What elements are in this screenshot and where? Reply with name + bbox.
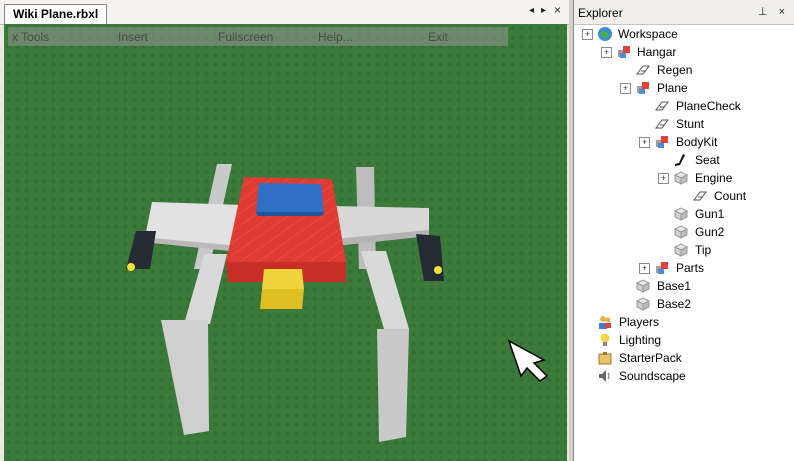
tree-item-label: Engine xyxy=(695,171,733,185)
menu-exit[interactable]: Exit xyxy=(428,30,448,44)
viewport-menubar: x Tools Insert Fullscreen Help... Exit xyxy=(8,27,508,46)
engine-block-top xyxy=(262,269,304,289)
document-tab-strip: Wiki Plane.rbxl ◂ ▸ × xyxy=(0,0,569,25)
tree-item-label: Hangar xyxy=(637,45,677,59)
seat-icon xyxy=(675,154,685,166)
menu-insert[interactable]: Insert xyxy=(118,30,148,44)
lighting-icon xyxy=(600,333,610,346)
menu-tools[interactable]: x Tools xyxy=(12,30,49,44)
scene xyxy=(4,24,567,461)
explorer-title: Explorer xyxy=(578,6,623,20)
tree-item-label: Soundscape xyxy=(619,369,686,383)
tree-item-label: Gun2 xyxy=(695,225,725,239)
tree-item-label: StarterPack xyxy=(619,351,682,365)
script-icon xyxy=(693,191,707,201)
script-icon xyxy=(655,101,669,111)
tree-item-label: Base1 xyxy=(657,279,692,293)
tree-item-label: Gun1 xyxy=(695,207,725,221)
expand-toggle[interactable]: + xyxy=(658,173,669,184)
tree-item-label: Plane xyxy=(657,81,688,95)
seat-block[interactable] xyxy=(256,183,324,212)
expand-toggle[interactable]: + xyxy=(639,263,650,274)
brick-icon xyxy=(673,207,689,221)
scroll-tabs-right-icon[interactable]: ▸ xyxy=(541,5,546,17)
document-tab[interactable]: Wiki Plane.rbxl xyxy=(4,4,108,25)
tree-item-label: Base2 xyxy=(657,297,692,311)
tree-item-label: Parts xyxy=(676,261,705,275)
tree-item-label: Workspace xyxy=(618,27,678,41)
right-gun-tip xyxy=(434,266,442,274)
tree-item-label: PlaneCheck xyxy=(676,99,741,113)
expand-toggle[interactable]: + xyxy=(620,83,631,94)
script-icon xyxy=(655,119,669,129)
close-document-icon[interactable]: × xyxy=(554,4,561,16)
model-icon xyxy=(618,46,630,58)
model-icon xyxy=(637,82,649,94)
front-right-leg[interactable] xyxy=(377,329,409,442)
3d-viewport[interactable]: x Tools Insert Fullscreen Help... Exit xyxy=(4,24,567,461)
menu-help[interactable]: Help... xyxy=(318,30,353,44)
starterpack-icon xyxy=(598,352,612,365)
explorer-pin-close-controls[interactable]: ⊥ × xyxy=(758,5,789,18)
tree-item-label: Regen xyxy=(657,63,693,77)
engine-block[interactable] xyxy=(260,289,304,309)
players-icon xyxy=(599,316,611,329)
expand-toggle[interactable]: + xyxy=(582,29,593,40)
model-icon xyxy=(656,136,668,148)
brick-icon xyxy=(673,171,689,185)
script-icon xyxy=(636,65,650,75)
document-panel: Wiki Plane.rbxl ◂ ▸ × x Tools Insert Ful… xyxy=(0,0,569,461)
tree-item-label: Stunt xyxy=(676,117,705,131)
model-icon xyxy=(656,262,668,274)
speaker-icon xyxy=(599,370,610,382)
menu-fullscreen[interactable]: Fullscreen xyxy=(218,30,273,44)
brick-icon xyxy=(635,297,651,311)
explorer-panel: Explorer ⊥ × + Workspace + Hangar Regen … xyxy=(573,0,794,461)
left-gun-tip xyxy=(127,263,135,271)
tree-item-label: BodyKit xyxy=(676,135,718,149)
seat-block-side xyxy=(256,212,324,216)
brick-icon xyxy=(673,243,689,257)
scroll-tabs-left-icon[interactable]: ◂ xyxy=(529,5,534,17)
globe-icon xyxy=(598,27,612,41)
explorer-title-bar: Explorer ⊥ × xyxy=(574,0,794,25)
tree-item-label: Players xyxy=(619,315,660,329)
tree-item-label: Count xyxy=(714,189,747,203)
brick-icon xyxy=(673,225,689,239)
expand-toggle[interactable]: + xyxy=(601,47,612,58)
expand-toggle[interactable]: + xyxy=(639,137,650,148)
tree-item-label: Tip xyxy=(695,243,712,257)
tree-item-label: Seat xyxy=(695,153,720,167)
brick-icon xyxy=(635,279,651,293)
tree-item-label: Lighting xyxy=(619,333,662,347)
